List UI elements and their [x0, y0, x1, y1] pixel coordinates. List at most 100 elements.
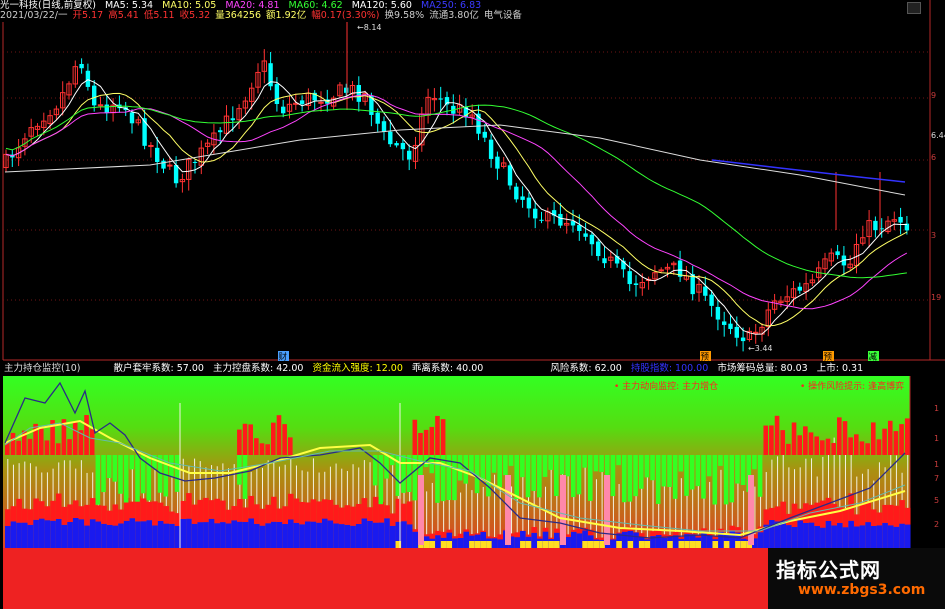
holding-bar [106, 524, 113, 548]
holding-bar [887, 525, 894, 548]
holding-bar [865, 522, 871, 548]
outflow-bar [735, 455, 740, 484]
position-bar [401, 503, 407, 522]
outflow-bar [604, 455, 610, 476]
position-bar [412, 529, 419, 532]
holding-bar [55, 518, 62, 548]
holding-bar [129, 518, 136, 548]
outflow-bar [537, 455, 542, 498]
outflow-bar [384, 455, 389, 479]
position-bar [899, 500, 905, 524]
position-bar [271, 496, 277, 522]
holding-bar [321, 518, 328, 548]
outflow-bar [559, 455, 565, 475]
position-bar [384, 505, 390, 519]
outflow-bar [644, 455, 650, 478]
position-bar [469, 534, 475, 536]
holding-bar [820, 527, 826, 548]
inflow-top-bar [271, 422, 276, 455]
candle-body [79, 63, 84, 69]
outflow-bar [174, 455, 180, 492]
holding-bar [859, 525, 866, 548]
inflow-top-bar [808, 432, 814, 455]
param-2: 资金流入强度: 12.00 [312, 363, 403, 374]
holding-bar [135, 521, 141, 548]
candle-body [596, 241, 601, 257]
position-bar [491, 537, 498, 539]
outflow-bar [672, 455, 678, 499]
outflow-bar [718, 455, 723, 466]
candle-body [709, 294, 714, 306]
position-bar [106, 510, 113, 525]
outflow-bar [242, 455, 248, 499]
position-bar [33, 498, 39, 520]
outflow-bar [542, 455, 548, 477]
position-bar [118, 509, 124, 524]
candle-body [129, 112, 135, 124]
position-bar [763, 509, 770, 525]
inflow-bar [689, 541, 696, 548]
holding-bar [10, 521, 17, 548]
inflow-top-bar [412, 419, 418, 455]
main-price-chart[interactable]: ←8.14 ←3.44 9 6.44 6 3 19 财 预 预 减 [0, 0, 945, 363]
holding-bar [882, 522, 888, 548]
holding-bar [5, 525, 11, 548]
position-bar [406, 501, 413, 525]
inflow-top-bar [423, 429, 429, 455]
note-1: • 主力动向监控: 主力增仓 [614, 380, 718, 392]
inflow-top-bar [763, 425, 769, 455]
inflow-top-bar [831, 442, 836, 455]
candle-body [514, 186, 519, 200]
holding-bar [67, 521, 73, 548]
position-bar [882, 504, 888, 523]
indicator-title[interactable]: 主力持仓监控(10) [4, 363, 81, 374]
position-bar [457, 533, 464, 539]
outflow-bar [497, 455, 503, 488]
holding-bar [814, 526, 820, 548]
position-bar [854, 514, 860, 527]
inflow-top-bar [859, 441, 865, 455]
note-2: • 操作风险提示: 逢高博弈 [800, 380, 904, 392]
holding-bar [101, 523, 107, 548]
holding-bar [803, 522, 809, 548]
position-bar [610, 538, 617, 540]
position-bar [338, 507, 345, 525]
position-bar [361, 498, 368, 519]
inflow-bar [616, 541, 622, 548]
holding-bar [180, 518, 187, 548]
position-bar [84, 504, 90, 526]
position-bar [163, 506, 170, 524]
outflow-bar [689, 455, 695, 490]
holding-bar [633, 532, 639, 548]
inflow-bar [735, 541, 741, 548]
position-bar [225, 509, 232, 524]
price-tick: 19 [931, 293, 941, 302]
header-row-2: 2021/03/22/一 开5.17 高5.41 低5.11 收5.32 量36… [0, 10, 528, 22]
holding-bar [220, 522, 226, 548]
inflow-bar [469, 541, 475, 548]
position-bar [531, 527, 537, 533]
position-bar [276, 508, 283, 522]
outflow-bar [146, 455, 152, 501]
watermark-title: 指标公式网 [776, 558, 881, 582]
outflow-bar [503, 455, 508, 476]
outflow-bar [565, 455, 570, 477]
inflow-top-bar [774, 415, 780, 455]
position-bar [350, 506, 356, 526]
price-tick: 6 [931, 153, 936, 162]
inflow-bar [429, 541, 436, 548]
outflow-bar [655, 455, 661, 504]
outflow-bar [112, 455, 118, 482]
candle-body [299, 100, 305, 105]
inflow-bar [480, 541, 487, 548]
holding-bar [50, 520, 56, 548]
position-bar [440, 531, 447, 538]
inflow-top-bar [876, 439, 882, 455]
holding-bar [344, 524, 351, 548]
inflow-bar [446, 541, 453, 548]
position-bar [780, 501, 787, 522]
inflow-bar [537, 541, 543, 548]
position-bar [248, 495, 254, 519]
window-menu-button[interactable] [907, 2, 921, 14]
inflow-top-bar [72, 422, 78, 455]
